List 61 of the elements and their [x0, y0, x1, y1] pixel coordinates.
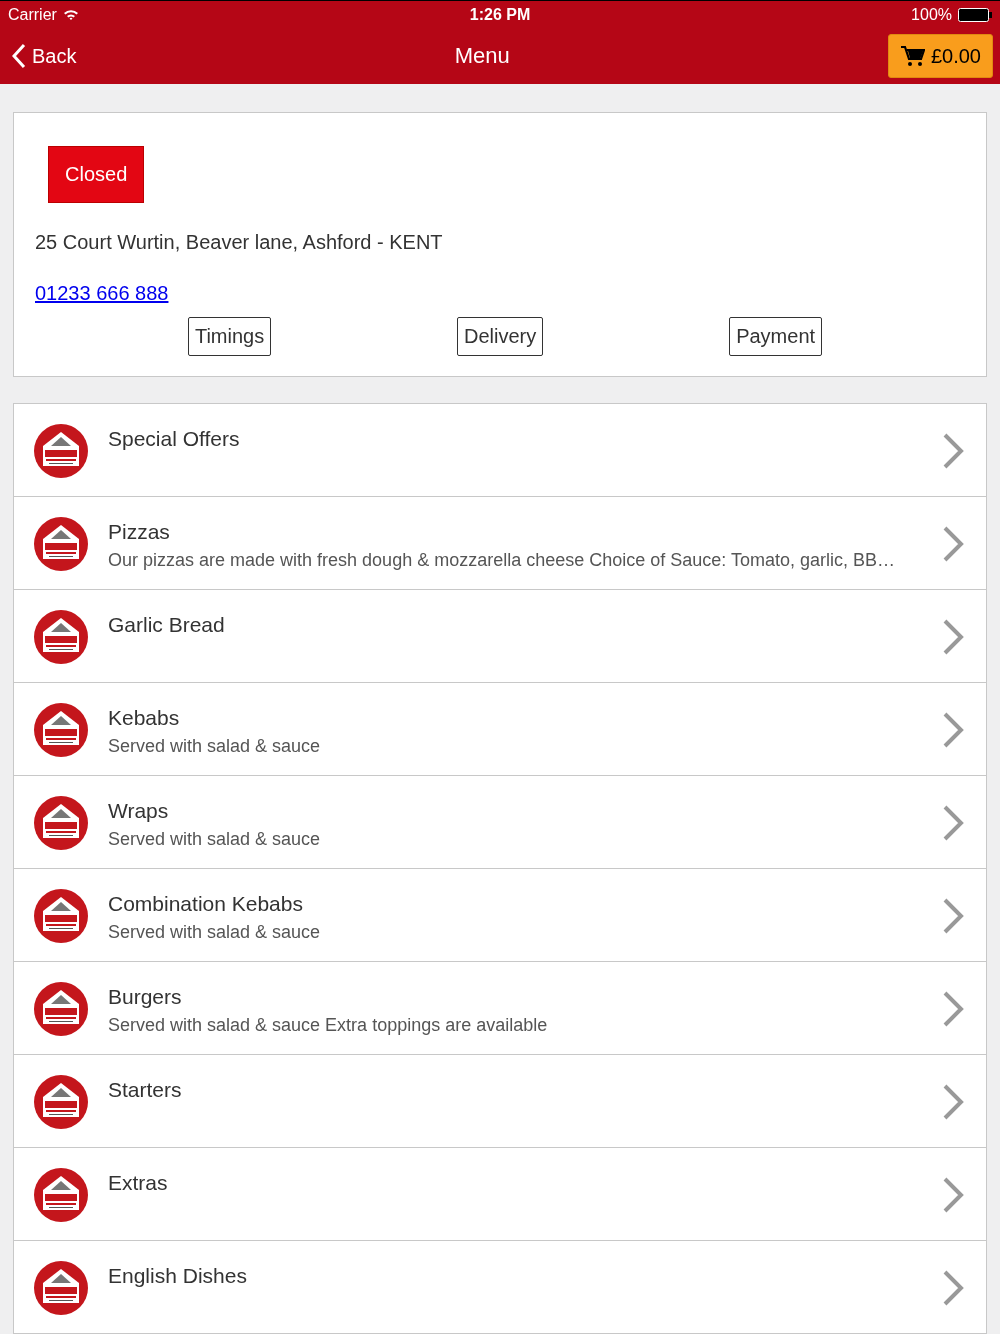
address-text: 25 Court Wurtin, Beaver lane, Ashford - KENT: [35, 231, 444, 254]
category-row[interactable]: Combination Kebabs Served with salad & sauce: [14, 869, 986, 962]
wifi-icon: [62, 8, 79, 21]
chevron-right-icon: [942, 432, 964, 470]
logo-icon: [34, 1075, 88, 1129]
category-name: Pizzas: [108, 520, 171, 544]
category-description: Served with salad & sauce Extra toppings are available: [108, 1015, 549, 1036]
chevron-right-icon: [942, 525, 964, 563]
battery-label: 100%: [911, 5, 952, 24]
logo-icon: [34, 610, 88, 664]
chevron-right-icon: [942, 897, 964, 935]
category-row[interactable]: Pizzas Our pizzas are made with fresh dough & mozzarella cheese Choice of Sauce: Tomato, garlic, BB…: [14, 497, 986, 590]
category-description: Served with salad & sauce: [108, 736, 322, 757]
logo-icon: [34, 703, 88, 757]
chevron-right-icon: [942, 1176, 964, 1214]
category-name: Extras: [108, 1171, 169, 1195]
info-button[interactable]: Timings: [187, 317, 272, 356]
logo-icon: [34, 1261, 88, 1315]
category-description: Served with salad & sauce: [108, 829, 322, 850]
info-button[interactable]: Delivery: [457, 317, 544, 356]
chevron-right-icon: [942, 804, 964, 842]
chevron-right-icon: [942, 990, 964, 1028]
chevron-right-icon: [942, 618, 964, 656]
cart-icon: [900, 45, 925, 67]
info-button[interactable]: Payment: [729, 317, 823, 356]
logo-icon: [34, 424, 88, 478]
logo-icon: [34, 982, 88, 1036]
category-row[interactable]: English Dishes: [14, 1241, 986, 1334]
category-name: Burgers: [108, 985, 183, 1009]
chevron-right-icon: [942, 711, 964, 749]
back-button[interactable]: Back: [12, 43, 77, 69]
phone-link[interactable]: 01233 666 888: [35, 282, 169, 305]
category-name: English Dishes: [108, 1264, 248, 1288]
category-row[interactable]: Special Offers: [14, 404, 986, 497]
chevron-right-icon: [942, 1269, 964, 1307]
category-name: Special Offers: [108, 427, 241, 451]
status-badge: Closed: [48, 146, 145, 203]
chevron-left-icon: [12, 43, 26, 69]
time-label: 1:26 PM: [469, 5, 531, 24]
logo-icon: [34, 796, 88, 850]
category-row[interactable]: Starters: [14, 1055, 986, 1148]
category-row[interactable]: Extras: [14, 1148, 986, 1241]
category-row[interactable]: Burgers Served with salad & sauce Extra toppings are available: [14, 962, 986, 1055]
chevron-right-icon: [942, 1083, 964, 1121]
category-row[interactable]: Kebabs Served with salad & sauce: [14, 683, 986, 776]
category-name: Kebabs: [108, 706, 181, 730]
battery-icon: [958, 7, 992, 22]
category-row[interactable]: Garlic Bread: [14, 590, 986, 683]
category-name: Garlic Bread: [108, 613, 226, 637]
category-name: Starters: [108, 1078, 183, 1102]
cart-button[interactable]: £0.00: [887, 34, 993, 78]
category-name: Combination Kebabs: [108, 892, 304, 916]
category-row[interactable]: Wraps Served with salad & sauce: [14, 776, 986, 869]
category-description: Served with salad & sauce: [108, 922, 322, 943]
logo-icon: [34, 517, 88, 571]
carrier-label: Carrier: [8, 5, 57, 24]
logo-icon: [34, 1168, 88, 1222]
page-title: Menu: [454, 43, 510, 69]
category-description: Our pizzas are made with fresh dough & mozzarella cheese Choice of Sauce: Tomato, garlic, BB…: [108, 550, 897, 571]
category-name: Wraps: [108, 799, 170, 823]
logo-icon: [34, 889, 88, 943]
